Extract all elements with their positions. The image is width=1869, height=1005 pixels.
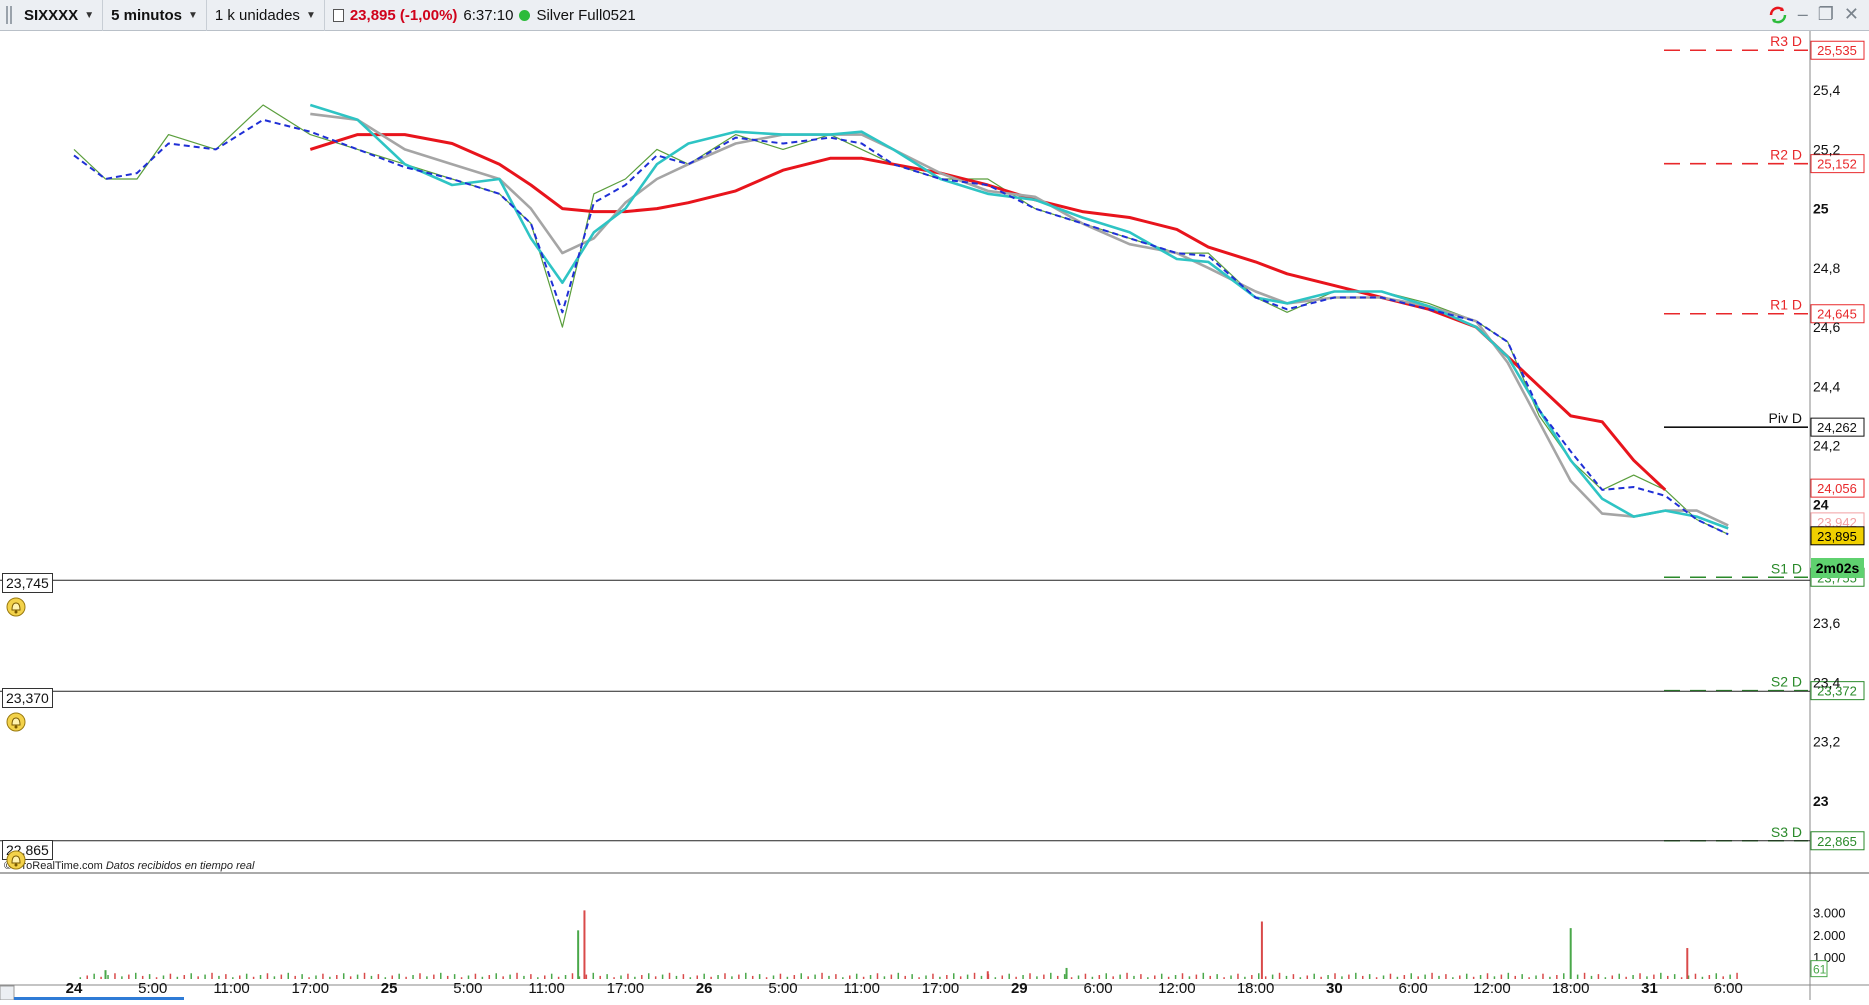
price-tick-label: 25,4 [1813,82,1840,98]
pivot-value: 25,535 [1817,43,1857,58]
time-tick-label: 12:00 [1158,980,1196,997]
price-tick-label: 24,4 [1813,378,1840,394]
time-tick-label: 18:00 [1552,980,1590,997]
bell-icon[interactable] [6,712,26,732]
chart-area[interactable]: R3 D 25,535 R2 D 25,152 R1 D 24,645 Piv D 24,26… [0,31,1869,1001]
bell-icon[interactable] [6,597,26,617]
document-icon[interactable] [332,8,344,22]
series-ma-gray [310,112,1729,527]
pivot-label: Piv D [1769,410,1802,426]
minimize-icon[interactable]: – [1798,4,1808,25]
time-tick-label: 17:00 [292,980,330,997]
series-ma-red [309,133,1667,491]
time-tick-label: 6:00 [1399,980,1428,997]
chevron-down-icon: ▼ [305,9,316,21]
quote-time: 6:37:10 [463,6,514,24]
pivot-label: R3 D [1770,33,1802,49]
series-price [73,104,1729,535]
time-tick-label: 5:00 [138,980,167,997]
time-tick-label: 17:00 [607,980,645,997]
price-tick-label: 24,8 [1813,260,1840,276]
chart-toolbar: SIXXXX ▼ 5 minutos ▼ 1 k unidades ▼ 23,8… [0,0,1869,31]
volume-tick-label: 2.000 [1813,928,1846,943]
price-tick-label: 23,2 [1813,734,1840,750]
pivot-value: 25,152 [1817,157,1857,172]
symbol-label: SIXXXX [24,6,79,24]
time-tick-label: 11:00 [213,980,249,997]
window-controls: – ❐ ✕ [1768,4,1859,25]
time-tick-label: 5:00 [453,980,482,997]
time-tick-label: 26 [696,980,713,997]
pivot-value: 22,865 [1817,834,1857,849]
units-selector[interactable]: 1 k unidades ▼ [207,0,325,31]
close-icon[interactable]: ✕ [1844,4,1859,25]
alert-level-label[interactable]: 23,745 [2,573,53,593]
time-tick-label: 30 [1326,980,1343,997]
price-tick-label: 23,4 [1813,674,1840,690]
credit-note: Datos recibidos en tiempo real [105,860,255,872]
price-tick-label: 24,6 [1813,319,1840,335]
pivot-label: R2 D [1770,147,1802,163]
time-tick-label: 18:00 [1237,980,1275,997]
connection-status-icon [519,9,531,21]
bell-icon[interactable] [6,850,26,870]
toolbar-grip[interactable] [6,0,16,31]
refresh-icon[interactable] [1768,5,1788,25]
price-label: 24,056 [1817,481,1857,496]
restore-icon[interactable]: ❐ [1818,4,1834,25]
last-price-change: 23,895 (-1,00%) [349,6,458,24]
chevron-down-icon: ▼ [187,9,198,21]
candle-timer: 2m02s [1811,558,1864,578]
chevron-down-icon: ▼ [84,9,95,21]
time-tick-label: 24 [66,980,83,997]
price-tick-label: 23 [1813,793,1829,809]
pivot-label: S3 D [1771,824,1802,840]
timeframe-selector[interactable]: 5 minutos ▼ [103,0,207,31]
price-tick-label: 24,2 [1813,438,1840,454]
time-tick-label: 31 [1641,980,1658,997]
price-label: 23,895 [1817,529,1857,544]
pivot-label: S1 D [1771,560,1802,576]
time-tick-label: 5:00 [768,980,797,997]
price-tick-label: 25,2 [1813,141,1840,157]
price-chart[interactable]: R3 D25,535R2 D25,152R1 D24,645Piv D24,26… [0,31,1869,1001]
price-tick-label: 23,6 [1813,615,1840,631]
time-tick-label: 25 [381,980,398,997]
scroll-left-button[interactable] [0,985,15,1001]
price-tick-label: 25 [1813,201,1829,217]
time-tick-label: 6:00 [1083,980,1112,997]
time-tick-label: 11:00 [528,980,564,997]
account-label: Silver Full0521 [536,6,636,24]
symbol-selector[interactable]: SIXXXX ▼ [16,0,104,31]
quote-info: 23,895 (-1,00%) 6:37:10 Silver Full0521 [325,0,644,31]
pivot-label: R1 D [1770,297,1802,313]
time-tick-label: 11:00 [844,980,880,997]
time-tick-label: 29 [1011,980,1028,997]
pivot-value: 24,262 [1817,420,1857,435]
price-tick-label: 24 [1813,497,1829,513]
series-ma-cyan [309,103,1729,530]
volume-current-label: 61 [1813,963,1827,977]
units-label: 1 k unidades [214,6,300,24]
timeframe-label: 5 minutos [111,6,182,24]
data-credit: © ProRealTime.com Datos recibidos en tie… [4,860,254,872]
pivot-label: S2 D [1771,674,1802,690]
time-tick-label: 12:00 [1473,980,1511,997]
alert-level-label[interactable]: 23,370 [2,688,53,708]
time-tick-label: 6:00 [1714,980,1743,997]
volume-tick-label: 3.000 [1813,906,1846,921]
time-tick-label: 17:00 [922,980,960,997]
